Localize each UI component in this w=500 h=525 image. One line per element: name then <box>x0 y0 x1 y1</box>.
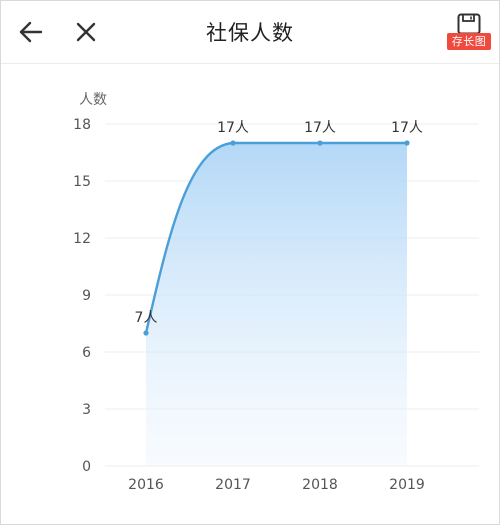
save-long-image-label: 存长图 <box>447 33 491 50</box>
y-axis-label: 人数 <box>79 92 107 108</box>
y-tick-label: 15 <box>73 174 91 190</box>
y-tick-label: 0 <box>82 459 91 475</box>
floppy-disk-icon <box>457 13 481 35</box>
data-label: 7人 <box>135 310 158 326</box>
data-point[interactable] <box>230 140 236 146</box>
y-tick-label: 12 <box>73 231 91 247</box>
app-window: 社保人数 存长图 7人 17人 17人 17人 0 3 6 9 12 15 18 <box>0 0 500 525</box>
area-chart: 7人17人 17人 17人 0369121518 2016 2017 2018 2019 … <box>73 92 479 493</box>
y-tick-label: 9 <box>82 288 91 304</box>
data-point[interactable] <box>143 330 149 336</box>
x-tick-label: 2016 <box>128 477 164 493</box>
data-point[interactable] <box>317 140 323 146</box>
x-axis-ticks: 2016 2017 2018 2019 <box>128 477 425 493</box>
x-tick-label: 2019 <box>389 477 425 493</box>
x-tick-label: 2018 <box>302 477 338 493</box>
top-nav-bar: 社保人数 存长图 <box>1 1 499 64</box>
save-long-image-button[interactable]: 存长图 <box>447 13 491 51</box>
x-tick-label: 2017 <box>215 477 251 493</box>
y-tick-label: 18 <box>73 117 91 133</box>
y-tick-label: 6 <box>82 345 91 361</box>
data-point[interactable] <box>404 140 410 146</box>
y-axis-ticks: 0 3 6 9 12 15 18 <box>73 117 91 475</box>
page-title: 社保人数 <box>206 21 294 45</box>
chart-area: 7人 17人 17人 17人 0 3 6 9 12 15 18 2016 2017 2018 2019 … <box>1 64 499 524</box>
data-label: 17人 <box>391 120 423 136</box>
data-label: 17人 <box>304 120 336 136</box>
data-label: 17人 <box>217 120 249 136</box>
y-tick-label: 3 <box>82 402 91 418</box>
